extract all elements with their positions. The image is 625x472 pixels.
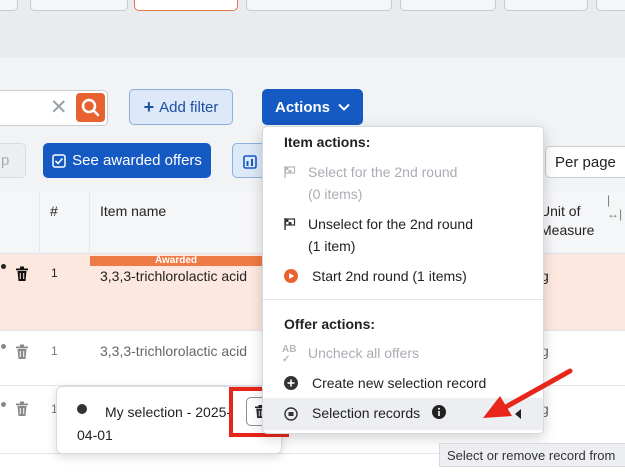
unselect-2nd-round-item[interactable]: Unselect for the 2nd round <box>308 213 473 235</box>
row-number: 1 <box>51 266 58 280</box>
awarded-badge: Awarded <box>90 256 262 266</box>
red-arrow-annotation <box>483 368 573 418</box>
resize-column-icon[interactable]: |↔| <box>607 193 625 221</box>
flag-icon <box>284 166 296 178</box>
row-number: 1 <box>51 344 58 358</box>
info-icon[interactable] <box>432 405 446 419</box>
checkbox-icon <box>52 153 66 168</box>
tab-active[interactable] <box>134 0 238 11</box>
add-filter-button[interactable]: + Add filter <box>129 89 233 125</box>
item-name: 3,3,3-trichlorolactic acid <box>100 268 248 284</box>
plus-icon: + <box>143 96 155 117</box>
column-header-number[interactable]: # <box>50 203 58 219</box>
actions-label: Actions <box>274 98 330 116</box>
awarded-offers-label: See awarded offers <box>72 152 202 169</box>
selection-records-item[interactable]: Selection records <box>312 402 420 424</box>
pencil-icon[interactable] <box>1 402 6 407</box>
clear-search-icon[interactable]: ✕ <box>50 95 68 120</box>
chevron-down-icon <box>338 103 350 111</box>
trash-icon[interactable] <box>15 401 29 417</box>
tab-partial[interactable] <box>30 0 128 11</box>
chart-button[interactable] <box>232 143 266 178</box>
tab-partial[interactable] <box>0 0 18 11</box>
select-2nd-round-item[interactable]: Select for the 2nd round <box>308 161 457 183</box>
selection-record-name[interactable]: My selection - 2025-04-01 <box>77 401 247 447</box>
unselect-2nd-round-count: (1 item) <box>308 238 356 254</box>
uncheck-icon: AB ✓ <box>282 344 297 365</box>
create-selection-record-item[interactable]: Create new selection record <box>312 372 486 394</box>
tooltip: Select or remove record from <box>439 443 625 467</box>
see-awarded-offers-button[interactable]: See awarded offers <box>43 143 211 178</box>
tab-partial[interactable] <box>400 0 496 11</box>
flag-icon <box>284 218 296 230</box>
play-icon <box>284 269 298 283</box>
pencil-icon[interactable] <box>1 344 6 349</box>
search-icon <box>81 98 100 117</box>
trash-icon[interactable] <box>15 344 29 360</box>
search-button[interactable] <box>76 93 105 122</box>
column-header-item-name[interactable]: Item name <box>100 203 166 219</box>
per-page-label: Per page <box>555 154 616 171</box>
menu-divider <box>263 299 543 300</box>
select-2nd-round-count: (0 items) <box>308 186 363 202</box>
uncheck-all-offers-item[interactable]: Uncheck all offers <box>308 342 419 364</box>
records-icon <box>284 407 298 421</box>
column-header-unit-line1[interactable]: Unit of <box>540 203 580 219</box>
item-actions-header: Item actions: <box>284 134 371 150</box>
actions-button[interactable]: Actions <box>262 89 363 125</box>
add-filter-label: Add filter <box>159 98 219 116</box>
per-page-select[interactable]: Per page ▼ <box>545 146 625 178</box>
plus-circle-icon <box>284 376 298 390</box>
tab-partial[interactable] <box>596 0 625 11</box>
tab-partial[interactable] <box>504 0 588 11</box>
offer-actions-header: Offer actions: <box>284 316 376 332</box>
start-2nd-round-item[interactable]: Start 2nd round (1 items) <box>312 265 467 287</box>
disabled-button[interactable]: p <box>0 143 26 178</box>
trash-icon[interactable] <box>15 266 29 282</box>
pencil-icon[interactable] <box>1 264 6 269</box>
column-header-unit-line2[interactable]: Measure <box>540 222 594 238</box>
tab-partial[interactable] <box>246 0 392 11</box>
item-name: 3,3,3-trichlorolactic acid <box>100 343 248 359</box>
